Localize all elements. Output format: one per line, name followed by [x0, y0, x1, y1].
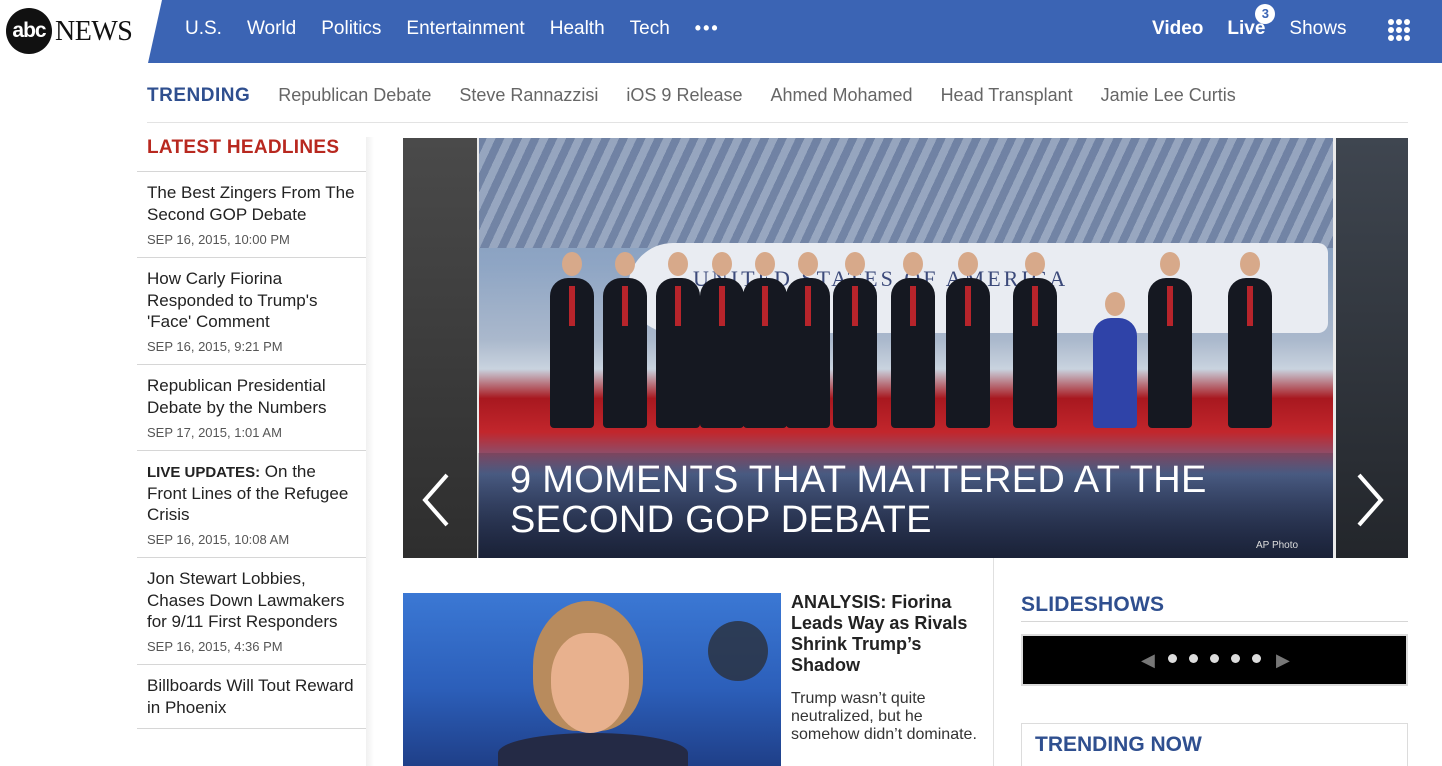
feature-story-text: ANALYSIS: Fiorina Leads Way as Rivals Sh… — [791, 592, 981, 744]
slideshow-prev-icon[interactable]: ◀ — [1141, 650, 1155, 671]
pager-dot[interactable] — [1189, 654, 1198, 663]
nav-item-politics[interactable]: Politics — [321, 18, 381, 40]
nav-item-health[interactable]: Health — [550, 18, 605, 40]
chevron-left-icon[interactable] — [419, 471, 453, 529]
trending-link[interactable]: Ahmed Mohamed — [770, 85, 912, 122]
candidate-figure — [1093, 292, 1137, 428]
candidate-figure — [833, 252, 877, 428]
column-shadow — [366, 137, 374, 766]
abc-logo-mark: abc — [6, 8, 52, 54]
headline-title[interactable]: LIVE UPDATES: On the Front Lines of the … — [147, 461, 356, 525]
headline-date: SEP 16, 2015, 10:00 PM — [147, 232, 290, 247]
nav-item-world[interactable]: World — [247, 18, 296, 40]
slideshow-pager — [1168, 654, 1261, 663]
headline-item[interactable]: Billboards Will Tout Reward in Phoenix — [137, 665, 366, 729]
pager-dot[interactable] — [1168, 654, 1177, 663]
slideshow-next-icon[interactable]: ▶ — [1276, 650, 1290, 671]
headline-date: SEP 16, 2015, 9:21 PM — [147, 339, 283, 354]
slideshows-rule — [1021, 621, 1408, 622]
candidate-figure — [603, 252, 647, 428]
pager-dot[interactable] — [1210, 654, 1219, 663]
chevron-right-icon[interactable] — [1353, 471, 1387, 529]
nav-item-entertainment[interactable]: Entertainment — [406, 18, 524, 40]
background-blur — [708, 621, 768, 681]
slide-divider — [1333, 138, 1336, 558]
top-navigation-bar: abc NEWS U.S. World Politics Entertainme… — [0, 0, 1442, 63]
headline-title[interactable]: The Best Zingers From The Second GOP Deb… — [147, 182, 356, 225]
candidate-figure — [786, 252, 830, 428]
trending-link[interactable]: Jamie Lee Curtis — [1101, 85, 1236, 122]
right-nav: Video Live 3 Shows — [1152, 4, 1346, 40]
headline-item[interactable]: How Carly Fiorina Responded to Trump's '… — [137, 258, 366, 365]
headline-date: SEP 16, 2015, 4:36 PM — [147, 639, 283, 654]
pager-dot[interactable] — [1231, 654, 1240, 663]
headline-item[interactable]: Republican Presidential Debate by the Nu… — [137, 365, 366, 451]
live-count-badge: 3 — [1255, 4, 1276, 24]
candidate-figure — [891, 252, 935, 428]
hero-carousel[interactable]: UNITED STATES OF AMERICA 9 MOMENTS THAT … — [403, 138, 1408, 558]
headline-item[interactable]: Jon Stewart Lobbies, Chases Down Lawmake… — [137, 558, 366, 665]
candidate-figure — [656, 252, 700, 428]
trending-label: TRENDING — [147, 85, 251, 106]
nav-live-link[interactable]: Live 3 — [1227, 4, 1276, 40]
trending-now-title: TRENDING NOW — [1035, 733, 1202, 756]
headline-title[interactable]: Billboards Will Tout Reward in Phoenix — [147, 675, 356, 718]
nav-item-us[interactable]: U.S. — [185, 18, 222, 40]
headline-title[interactable]: How Carly Fiorina Responded to Trump's '… — [147, 268, 356, 332]
feature-story-title[interactable]: ANALYSIS: Fiorina Leads Way as Rivals Sh… — [791, 592, 981, 676]
headline-item[interactable]: LIVE UPDATES: On the Front Lines of the … — [137, 451, 366, 558]
more-menu-icon[interactable]: ••• — [695, 18, 720, 40]
headline-date: SEP 17, 2015, 1:01 AM — [147, 425, 282, 440]
headline-title[interactable]: Republican Presidential Debate by the Nu… — [147, 375, 356, 418]
trending-link[interactable]: iOS 9 Release — [626, 85, 742, 122]
column-divider — [993, 558, 994, 766]
trending-link[interactable]: Steve Rannazzisi — [459, 85, 598, 122]
slideshow-widget[interactable]: ◀ ▶ — [1021, 634, 1408, 686]
candidate-figure — [743, 252, 787, 428]
photo-credit: AP Photo — [1256, 540, 1299, 551]
latest-headlines-title: LATEST HEADLINES — [137, 137, 366, 172]
trending-link[interactable]: Republican Debate — [278, 85, 431, 122]
headline-date: SEP 16, 2015, 10:08 AM — [147, 532, 290, 547]
hero-caption[interactable]: 9 MOMENTS THAT MATTERED AT THE SECOND GO… — [510, 460, 1270, 540]
feature-story-image[interactable] — [403, 593, 781, 766]
candidate-figure — [1148, 252, 1192, 428]
live-updates-prefix: LIVE UPDATES: — [147, 464, 261, 481]
candidate-figure — [1013, 252, 1057, 428]
trending-link[interactable]: Head Transplant — [941, 85, 1073, 122]
abc-news-logo[interactable]: abc NEWS — [0, 0, 162, 63]
nav-video-link[interactable]: Video — [1152, 18, 1203, 40]
portrait-shoulders — [498, 733, 688, 766]
candidate-figure — [700, 252, 744, 428]
main-nav: U.S. World Politics Entertainment Health… — [185, 18, 745, 40]
slideshows-title: SLIDESHOWS — [1021, 593, 1165, 616]
nav-item-tech[interactable]: Tech — [630, 18, 670, 40]
news-logo-text: NEWS — [55, 16, 133, 47]
headline-item[interactable]: The Best Zingers From The Second GOP Deb… — [137, 172, 366, 258]
feature-story-summary: Trump wasn’t quite neutralized, but he s… — [791, 690, 977, 743]
candidate-figure — [946, 252, 990, 428]
stage-ceiling — [478, 138, 1333, 248]
latest-headlines: LATEST HEADLINES The Best Zingers From T… — [137, 137, 366, 729]
headline-title[interactable]: Jon Stewart Lobbies, Chases Down Lawmake… — [147, 568, 356, 632]
candidate-figure — [550, 252, 594, 428]
candidate-figure — [1228, 252, 1272, 428]
pager-dot[interactable] — [1252, 654, 1261, 663]
portrait-face — [551, 633, 629, 733]
trending-bar: TRENDING Republican Debate Steve Rannazz… — [147, 85, 1408, 123]
grid-menu-icon[interactable] — [1388, 19, 1410, 41]
nav-shows-link[interactable]: Shows — [1289, 18, 1346, 40]
